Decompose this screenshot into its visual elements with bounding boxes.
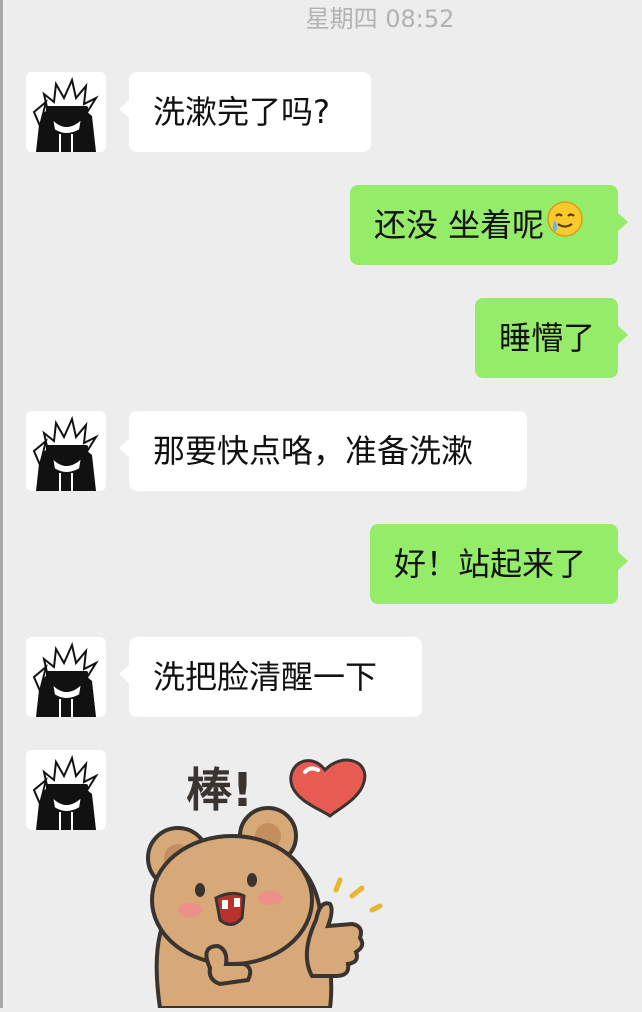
chat-bubble-incoming[interactable]: 洗漱完了吗?	[119, 72, 371, 152]
chat-bubble-incoming[interactable]: 洗把脸清醒一下	[119, 637, 422, 717]
chat-bubble-outgoing[interactable]: 睡懵了	[475, 298, 628, 378]
contact-avatar[interactable]	[26, 72, 106, 152]
message-timestamp: 星期四 08:52	[305, 5, 455, 33]
message-text: 洗漱完了吗?	[153, 93, 330, 131]
message-text: 睡懵了	[499, 319, 596, 357]
message-text: 洗把脸清醒一下	[153, 658, 378, 696]
tears-of-joy-emoji	[546, 187, 584, 267]
sticker-caption: 棒!	[186, 763, 253, 817]
message-text: 好！站起来了	[394, 545, 587, 583]
chat-bubble-incoming[interactable]: 那要快点咯，准备洗漱	[119, 411, 527, 491]
thumbs-up-bear-sticker[interactable]: 棒!	[140, 740, 390, 1010]
contact-avatar[interactable]	[26, 637, 106, 717]
contact-avatar[interactable]	[26, 411, 106, 491]
contact-avatar[interactable]	[26, 750, 106, 830]
message-text: 还没 坐着呢	[374, 206, 545, 244]
chat-bubble-outgoing[interactable]: 好！站起来了	[370, 524, 628, 604]
message-text: 那要快点咯，准备洗漱	[153, 432, 474, 470]
chat-bubble-outgoing[interactable]: 还没 坐着呢	[350, 185, 628, 267]
window-left-edge	[0, 0, 3, 1008]
